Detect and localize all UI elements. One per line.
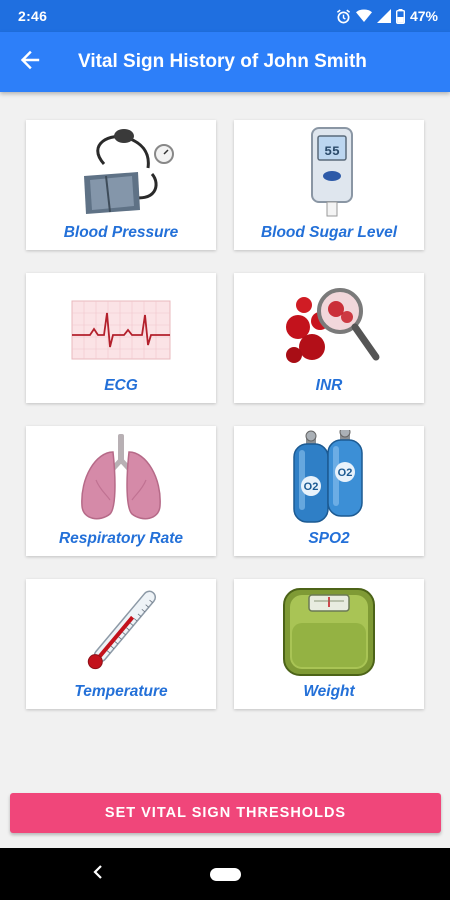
- card-label: SPO2: [308, 530, 350, 547]
- card-spo2[interactable]: O2 O2 SPO2: [234, 426, 424, 556]
- weighing-scale-icon: [274, 581, 384, 679]
- card-label: Weight: [303, 683, 355, 700]
- cell-signal-icon: [376, 9, 391, 23]
- page-title: Vital Sign History of John Smith: [78, 51, 367, 72]
- card-blood-pressure[interactable]: Blood Pressure: [26, 120, 216, 250]
- status-bar: 2:46 47%: [0, 0, 450, 32]
- app-bar: Vital Sign History of John Smith: [0, 32, 450, 92]
- card-temperature[interactable]: Temperature: [26, 579, 216, 709]
- alarm-icon: [336, 9, 351, 24]
- tank-label: O2: [304, 481, 319, 493]
- chevron-left-icon: [93, 864, 103, 884]
- nav-back-button[interactable]: [88, 864, 108, 884]
- card-inr[interactable]: INR: [234, 273, 424, 403]
- card-label: INR: [315, 377, 343, 394]
- status-icons: 47%: [336, 8, 438, 24]
- card-label: ECG: [104, 377, 138, 394]
- arrow-left-icon: [20, 50, 40, 75]
- card-label: Blood Pressure: [63, 224, 179, 241]
- ecg-waveform-icon: [66, 275, 176, 373]
- card-label: Blood Sugar Level: [260, 224, 398, 241]
- oxygen-tanks-icon: O2 O2: [274, 428, 384, 526]
- battery-icon: [395, 8, 405, 24]
- set-vital-sign-thresholds-button[interactable]: SET VITAL SIGN THRESHOLDS: [10, 793, 441, 833]
- blood-cells-magnifier-icon: [274, 275, 384, 373]
- thermometer-icon: [66, 581, 176, 679]
- card-ecg[interactable]: ECG: [26, 273, 216, 403]
- vital-sign-grid: Blood Pressure 55 Blood Sugar Level ECG …: [26, 120, 424, 709]
- system-navigation-bar: [0, 848, 450, 900]
- card-respiratory-rate[interactable]: Respiratory Rate: [26, 426, 216, 556]
- meter-reading: 55: [324, 144, 340, 159]
- status-time: 2:46: [18, 8, 48, 24]
- card-label: Respiratory Rate: [58, 530, 184, 547]
- card-weight[interactable]: Weight: [234, 579, 424, 709]
- back-button[interactable]: [0, 32, 60, 92]
- card-blood-sugar-level[interactable]: 55 Blood Sugar Level: [234, 120, 424, 250]
- blood-pressure-monitor-icon: [66, 122, 176, 220]
- nav-home-pill[interactable]: [210, 868, 241, 881]
- tank-label: O2: [338, 467, 353, 479]
- glucose-meter-icon: 55: [274, 122, 384, 220]
- lungs-icon: [66, 428, 176, 526]
- wifi-icon: [355, 9, 372, 23]
- battery-percent: 47%: [409, 8, 438, 24]
- card-label: Temperature: [74, 683, 168, 700]
